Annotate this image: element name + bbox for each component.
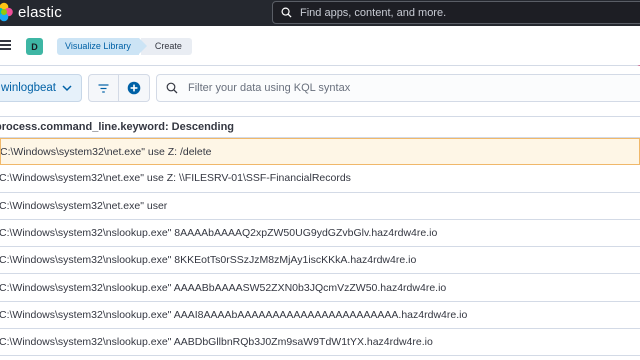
breadcrumb-create: Create [140,38,192,55]
filter-options-button[interactable] [88,74,119,102]
search-icon [281,7,292,18]
column-header[interactable]: process.command_line.keyword: Descending [0,116,640,138]
table-row[interactable]: C:\Windows\system32\nslookup.exe" 8AAAAb… [0,220,640,248]
chevron-down-icon [62,84,72,91]
elastic-logo-icon [0,2,13,22]
index-pattern-picker[interactable]: winlogbeat [0,74,82,102]
index-pattern-label: winlogbeat [1,82,56,94]
menu-toggle-button[interactable] [0,40,12,52]
add-filter-button[interactable] [119,74,150,102]
elastic-logo[interactable]: elastic [0,2,62,22]
breadcrumb-bar: D Visualize Library Create [0,26,640,79]
global-search[interactable] [272,1,640,24]
kql-search-bar[interactable] [156,74,640,102]
data-table: process.command_line.keyword: Descending… [0,116,640,357]
global-search-input[interactable] [298,5,618,20]
table-row[interactable]: C:\Windows\system32\nslookup.exe" AAAABb… [0,274,640,302]
query-bar: winlogbeat [0,66,640,110]
app-name: elastic [18,3,62,21]
breadcrumb-visualize-library[interactable]: Visualize Library [57,38,147,55]
table-row[interactable]: C:\Windows\system32\net.exe" use Z: \\FI… [0,165,640,193]
search-icon [166,82,178,94]
table-row[interactable]: C:\Windows\system32\net.exe" use Z: /del… [0,138,640,166]
table-row[interactable]: C:\Windows\system32\nslookup.exe" 8KKEot… [0,247,640,275]
table-row[interactable]: C:\Windows\system32\nslookup.exe" AAAI8A… [0,302,640,330]
table-row[interactable]: C:\Windows\system32\net.exe" user [0,193,640,220]
space-avatar[interactable]: D [26,38,43,55]
top-header: elastic [0,0,640,26]
kql-search-input[interactable] [186,81,626,95]
hamburger-icon [0,40,11,42]
space-initial: D [31,41,38,52]
plus-circle-icon [127,81,141,95]
filter-icon [98,83,109,93]
column-header-label: process.command_line.keyword: Descending [0,121,235,133]
breadcrumb: Visualize Library Create [57,38,192,55]
table-row[interactable]: C:\Windows\system32\nslookup.exe" AABDbG… [0,329,640,357]
